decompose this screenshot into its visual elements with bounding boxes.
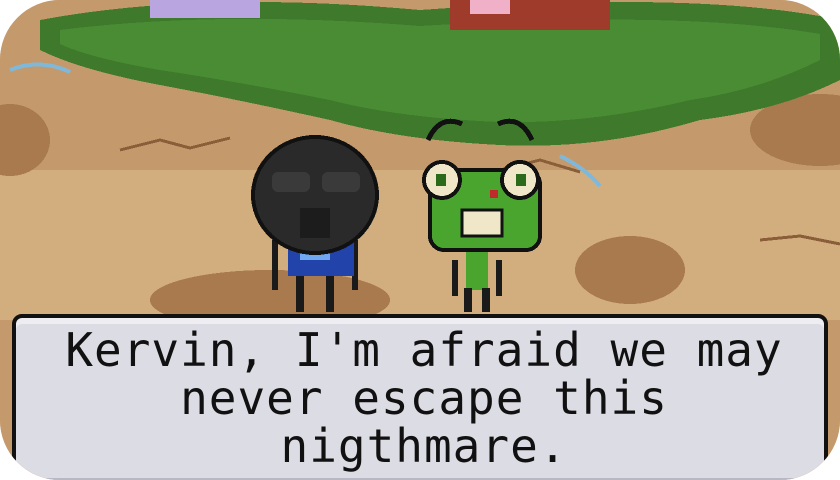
dialog-line-2: never escape this [180,371,668,425]
sand-path [0,170,840,320]
flower-patch-pink [470,0,510,14]
flower-patch-lavender [150,0,260,18]
game-viewport: Kervin, I'm afraid we may never escape t… [0,0,840,480]
dirt-spot-center [575,236,685,304]
dialog-text: Kervin, I'm afraid we may never escape t… [56,326,792,470]
dialog-box[interactable]: Kervin, I'm afraid we may never escape t… [12,314,828,480]
dialog-line-1: Kervin, I'm afraid we may [65,323,783,377]
dialog-line-3: nigthmare. [280,419,568,473]
